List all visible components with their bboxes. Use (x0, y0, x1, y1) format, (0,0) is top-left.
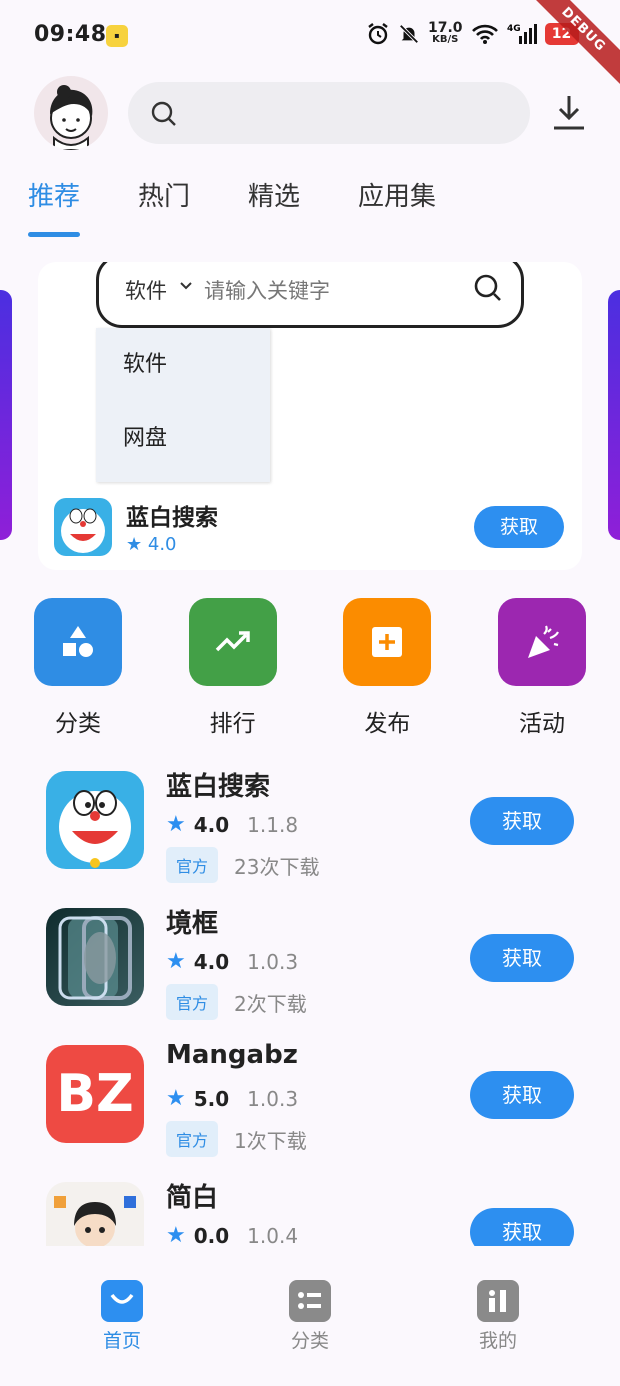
list-item[interactable]: 蓝白搜索 ★ 4.0 1.1.8 官方 23次下载 获取 (0, 760, 620, 897)
get-button[interactable]: 获取 (474, 506, 564, 548)
carousel-prev-card[interactable] (0, 290, 12, 540)
app-name: 蓝白搜索 (166, 772, 271, 802)
search-icon[interactable] (473, 273, 503, 303)
profile-icon (477, 1280, 519, 1322)
app-name: 简白 (166, 1183, 219, 1213)
status-time: 09:48 (34, 22, 107, 47)
banner-app-rating: ★ 4.0 (126, 534, 177, 555)
banner-app-name: 蓝白搜索 (126, 505, 218, 531)
trending-icon (188, 598, 277, 686)
app-notification-icon: ▪ (106, 25, 128, 47)
nav-profile[interactable]: 我的 (458, 1280, 538, 1353)
status-bar: 09:48 ▪ 17.0 KB/S 4G 12 DEBUG (0, 0, 620, 92)
svg-text:4G: 4G (507, 24, 521, 34)
chevron-down-icon (180, 282, 192, 290)
nav-home[interactable]: 首页 (82, 1280, 162, 1353)
download-icon[interactable] (550, 94, 588, 132)
star-icon: ★ (166, 949, 186, 974)
carousel-next-card[interactable] (608, 290, 620, 540)
app-meta: ★ 4.0 1.0.3 (166, 949, 299, 974)
get-button[interactable]: 获取 (470, 1208, 574, 1246)
alarm-icon (368, 23, 388, 45)
list-item[interactable]: BZ Mangabz ★ 5.0 1.0.3 官方 1次下载 获取 (0, 1034, 620, 1171)
star-icon: ★ (126, 534, 143, 555)
action-category[interactable]: 分类 (34, 598, 122, 738)
search-type-select[interactable]: 软件 (125, 275, 167, 305)
download-count: 1次下载 (234, 1128, 307, 1153)
wifi-icon (471, 24, 498, 44)
nav-category[interactable]: 分类 (270, 1280, 350, 1353)
star-icon: ★ (166, 1086, 186, 1111)
download-count: 2次下载 (234, 991, 307, 1016)
dropdown-option-software[interactable]: 软件 (96, 328, 270, 402)
download-count: 23次下载 (234, 854, 320, 879)
app-tags: 官方 23次下载 (166, 847, 319, 883)
app-name: Mangabz (166, 1040, 298, 1070)
action-ranking[interactable]: 排行 (188, 598, 277, 738)
action-events[interactable]: 活动 (497, 598, 586, 738)
app-meta: ★ 5.0 1.0.3 (166, 1086, 299, 1111)
app-icon (46, 1182, 144, 1246)
app-name: 境框 (166, 909, 219, 939)
app-icon (46, 771, 144, 869)
mute-bell-icon (399, 24, 419, 44)
list-icon (289, 1280, 331, 1322)
official-badge: 官方 (166, 1121, 219, 1157)
top-search-bar[interactable] (128, 82, 530, 144)
official-badge: 官方 (166, 847, 219, 883)
app-list: 蓝白搜索 ★ 4.0 1.1.8 官方 23次下载 获取 境框 ★ 4.0 1.0.3 官… (0, 760, 620, 1246)
tab-hot[interactable]: 热门 (138, 176, 190, 213)
tab-featured[interactable]: 精选 (248, 176, 300, 213)
app-tags: 官方 2次下载 (166, 984, 307, 1020)
action-publish[interactable]: 发布 (343, 598, 432, 738)
search-icon (151, 101, 176, 126)
star-icon: ★ (166, 1223, 186, 1246)
net-speed: 17.0 KB/S (428, 20, 463, 45)
app-icon-logo: BZ (56, 1064, 134, 1124)
get-button[interactable]: 获取 (470, 797, 574, 845)
star-icon: ★ (166, 812, 186, 837)
search-type-dropdown: 软件 网盘 (96, 328, 270, 482)
shopping-bag-icon (101, 1280, 143, 1322)
banner-search-placeholder[interactable]: 请输入关键字 (204, 275, 330, 305)
avatar-illustration (50, 85, 93, 150)
list-item[interactable]: 简白 ★ 0.0 1.0.4 获取 (0, 1171, 620, 1246)
tab-recommend[interactable]: 推荐 (28, 176, 81, 237)
official-badge: 官方 (166, 984, 219, 1020)
quick-actions: 分类 排行 发布 活动 (34, 598, 586, 738)
status-icons: 17.0 KB/S 4G 12 (366, 20, 579, 46)
add-box-icon (343, 598, 432, 686)
banner-card[interactable]: 软件 请输入关键字 软件 网盘 蓝白搜索 ★ 4.0 获取 (38, 262, 582, 570)
tab-app-collection[interactable]: 应用集 (358, 176, 436, 213)
dropdown-option-netdisk[interactable]: 网盘 (96, 402, 270, 476)
celebration-icon (497, 598, 586, 686)
app-icon: BZ (46, 1045, 144, 1143)
list-item[interactable]: 境框 ★ 4.0 1.0.3 官方 2次下载 获取 (0, 897, 620, 1034)
shapes-icon (34, 598, 122, 686)
avatar[interactable] (34, 76, 108, 150)
app-icon (54, 498, 112, 556)
app-meta: ★ 0.0 1.0.4 (166, 1223, 299, 1246)
app-meta: ★ 4.0 1.1.8 (166, 812, 299, 837)
app-tags: 官方 1次下载 (166, 1121, 307, 1157)
cell-signal-icon: 4G (507, 24, 537, 44)
tab-bar: 推荐 热门 精选 应用集 (28, 176, 494, 237)
get-button[interactable]: 获取 (470, 934, 574, 982)
app-icon (46, 908, 144, 1006)
bottom-nav: 首页 分类 我的 (0, 1260, 620, 1386)
banner-search-box[interactable]: 软件 请输入关键字 (96, 262, 524, 328)
get-button[interactable]: 获取 (470, 1071, 574, 1119)
